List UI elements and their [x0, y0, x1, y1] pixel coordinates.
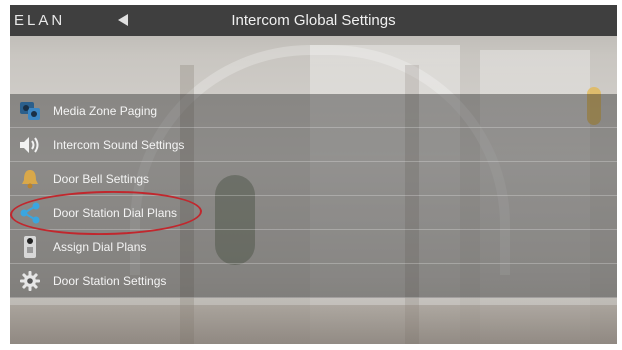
menu-item-door-bell-settings[interactable]: Door Bell Settings: [10, 162, 617, 196]
menu-item-door-station-settings[interactable]: Door Station Settings: [10, 264, 617, 298]
title-bar: ELAN Intercom Global Settings: [10, 5, 617, 36]
background-floor: [10, 305, 617, 344]
door-station-device-icon: [17, 235, 43, 259]
menu-item-label: Assign Dial Plans: [53, 239, 147, 254]
menu-item-door-station-dial-plans[interactable]: Door Station Dial Plans: [10, 196, 617, 230]
door-bell-icon: [17, 167, 43, 191]
menu-item-label: Intercom Sound Settings: [53, 137, 185, 152]
speaker-icon: [17, 133, 43, 157]
menu-item-intercom-sound-settings[interactable]: Intercom Sound Settings: [10, 128, 617, 162]
menu-item-label: Door Station Dial Plans: [53, 205, 178, 220]
menu-item-label: Media Zone Paging: [53, 103, 158, 118]
settings-menu: Media Zone Paging Intercom Sound Setting…: [10, 94, 617, 298]
menu-item-label: Door Bell Settings: [53, 171, 150, 186]
gear-icon: [17, 269, 43, 293]
share-nodes-icon: [17, 201, 43, 225]
menu-item-label: Door Station Settings: [53, 273, 167, 288]
menu-item-assign-dial-plans[interactable]: Assign Dial Plans: [10, 230, 617, 264]
app-window: ELAN Intercom Global Settings Media Zone…: [10, 5, 617, 344]
page-title: Intercom Global Settings: [231, 12, 396, 29]
menu-item-media-zone-paging[interactable]: Media Zone Paging: [10, 94, 617, 128]
media-zone-paging-icon: [17, 99, 43, 123]
